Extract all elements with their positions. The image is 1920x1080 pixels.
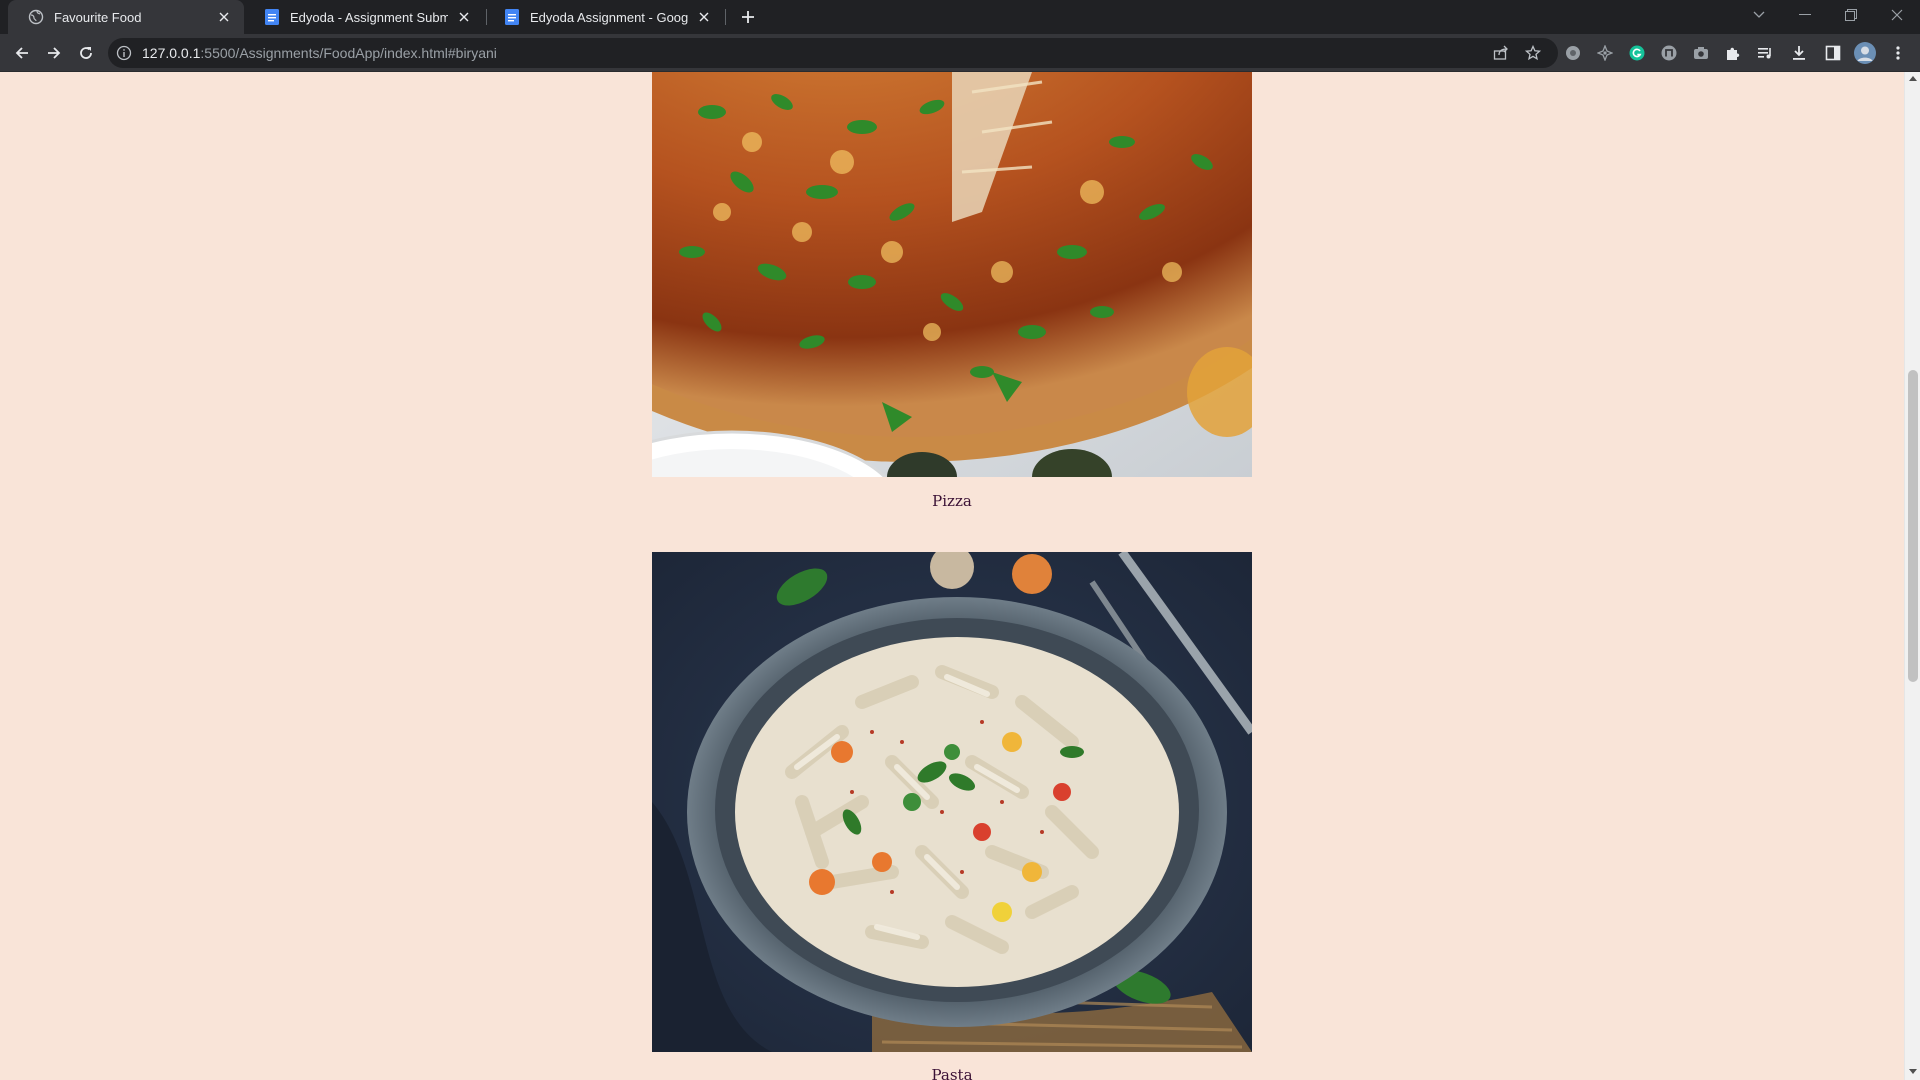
puzzle-icon[interactable] — [1723, 43, 1743, 63]
food-name-pizza: Pizza — [932, 492, 972, 510]
profile-avatar[interactable] — [1853, 41, 1877, 65]
reload-icon — [80, 47, 92, 59]
close-icon[interactable] — [216, 9, 232, 25]
tab-title: Edyoda - Assignment Submission — [290, 9, 448, 25]
tab-favourite-food[interactable]: Favourite Food — [8, 0, 244, 34]
page-viewport: Pizza Pasta — [0, 72, 1904, 1080]
close-icon[interactable] — [696, 9, 712, 25]
pasta-photo — [652, 545, 1256, 1052]
camera-icon[interactable] — [1691, 43, 1711, 63]
google-docs-icon — [504, 9, 520, 25]
pizza-photo — [432, 72, 1392, 594]
extension-gray-icon[interactable] — [1563, 43, 1583, 63]
tab-title: Favourite Food — [54, 9, 142, 25]
url-host: 127.0.0.1 — [142, 45, 201, 61]
globe-icon — [28, 9, 44, 25]
tab-separator — [725, 9, 726, 25]
browser-toolbar: 127.0.0.1:5500/Assignments/FoodApp/index… — [0, 34, 1920, 72]
tab-title: Edyoda Assignment - Google Docs — [530, 9, 688, 25]
pasta-image — [652, 545, 1256, 1052]
scroll-up-arrow-icon[interactable] — [1909, 76, 1917, 81]
share-icon[interactable] — [1492, 44, 1510, 62]
restore-icon — [1845, 9, 1857, 21]
food-name-pasta: Pasta — [931, 1066, 973, 1080]
close-icon — [1891, 9, 1903, 21]
plus-icon — [742, 11, 754, 23]
scroll-down-arrow-icon[interactable] — [1909, 1069, 1917, 1074]
new-tab-button[interactable] — [736, 5, 760, 29]
grammarly-icon[interactable] — [1627, 43, 1647, 63]
download-icon[interactable] — [1789, 43, 1809, 63]
extension-n-icon[interactable] — [1659, 43, 1679, 63]
close-window-button[interactable] — [1874, 0, 1920, 30]
address-bar[interactable]: 127.0.0.1:5500/Assignments/FoodApp/index… — [108, 38, 1558, 68]
url-text[interactable]: 127.0.0.1:5500/Assignments/FoodApp/index… — [142, 45, 497, 61]
pizza-image — [432, 72, 1392, 594]
url-path: :5500/Assignments/FoodApp/index.html#bir… — [200, 45, 497, 61]
more-vert-icon[interactable] — [1888, 43, 1908, 63]
arrow-left-icon — [15, 47, 28, 59]
tab-strip: Favourite Food Edyoda - Assignment Submi… — [0, 0, 1920, 34]
scrollbar-thumb[interactable] — [1908, 370, 1918, 682]
arrow-right-icon — [48, 47, 61, 59]
star-icon[interactable] — [1524, 44, 1542, 62]
minimize-icon — [1799, 14, 1811, 15]
tab-edyoda-submission[interactable]: Edyoda - Assignment Submission — [244, 0, 484, 34]
close-icon[interactable] — [456, 9, 472, 25]
restore-button[interactable] — [1828, 0, 1874, 30]
reload-button[interactable] — [72, 39, 100, 67]
back-button[interactable] — [8, 39, 36, 67]
info-icon[interactable] — [116, 45, 132, 61]
side-panel-icon[interactable] — [1823, 43, 1843, 63]
chevron-down-icon — [1753, 11, 1765, 18]
media-queue-icon[interactable] — [1755, 43, 1775, 63]
google-docs-icon — [264, 9, 280, 25]
minimize-button[interactable] — [1782, 0, 1828, 30]
tab-edyoda-assignment-doc[interactable]: Edyoda Assignment - Google Docs — [484, 0, 724, 34]
page-scrollbar[interactable] — [1904, 72, 1920, 1080]
tab-search-button[interactable] — [1736, 0, 1782, 30]
extension-compass-icon[interactable] — [1595, 43, 1615, 63]
forward-button[interactable] — [40, 39, 68, 67]
